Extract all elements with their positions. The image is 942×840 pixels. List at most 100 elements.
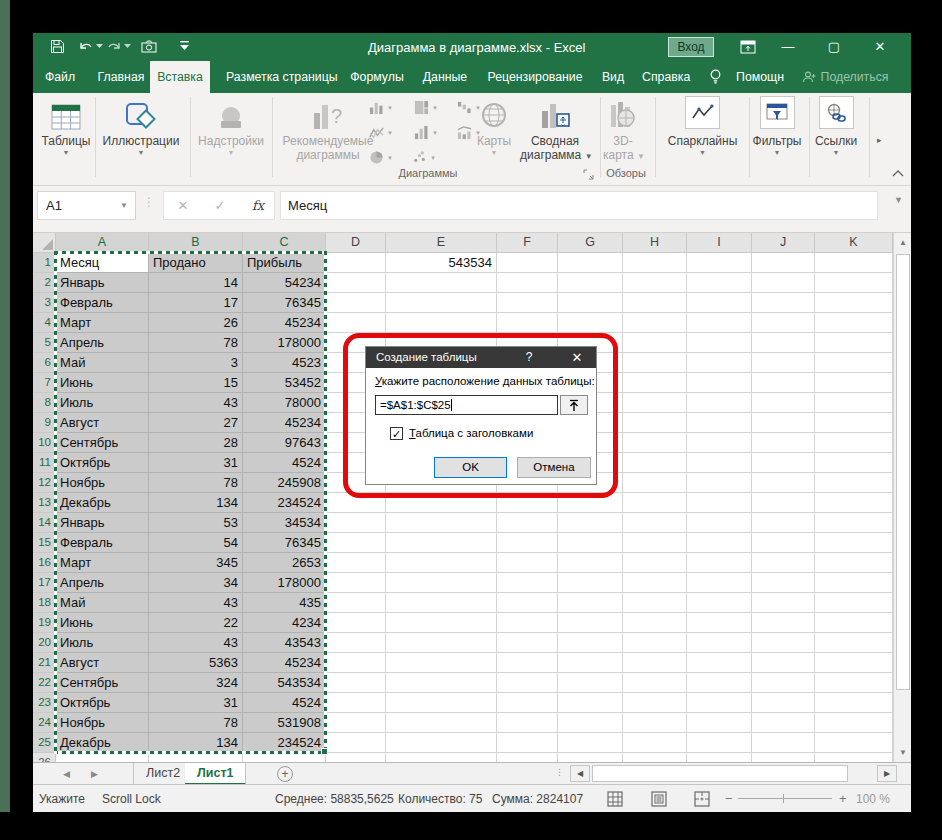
cell-A9[interactable]: Август — [56, 413, 149, 433]
cell-J15[interactable] — [752, 533, 815, 553]
cell-H14[interactable] — [623, 513, 687, 533]
cell-H16[interactable] — [623, 553, 687, 573]
cell-B11[interactable]: 31 — [149, 453, 243, 473]
cell-I2[interactable] — [687, 273, 752, 293]
cell-F1[interactable] — [497, 253, 558, 273]
row-header-22[interactable]: 22 — [33, 673, 56, 693]
insert-function-icon[interactable]: fx — [246, 192, 270, 219]
cell-E15[interactable] — [386, 533, 497, 553]
cell-E24[interactable] — [386, 713, 497, 733]
cell-H15[interactable] — [623, 533, 687, 553]
row-header-4[interactable]: 4 — [33, 313, 56, 333]
cell-J17[interactable] — [752, 573, 815, 593]
cell-G22[interactable] — [558, 673, 623, 693]
cell-H20[interactable] — [623, 633, 687, 653]
cell-E18[interactable] — [386, 593, 497, 613]
column-header-G[interactable]: G — [558, 233, 623, 253]
row-header-21[interactable]: 21 — [33, 653, 56, 673]
cell-J1[interactable] — [752, 253, 815, 273]
hscroll-left-button[interactable]: ◀ — [570, 765, 590, 782]
cell-E17[interactable] — [386, 573, 497, 593]
cell-J20[interactable] — [752, 633, 815, 653]
row-header-19[interactable]: 19 — [33, 613, 56, 633]
cell-I17[interactable] — [687, 573, 752, 593]
row-header-18[interactable]: 18 — [33, 593, 56, 613]
cell-H22[interactable] — [623, 673, 687, 693]
row-header-9[interactable]: 9 — [33, 413, 56, 433]
cell-J25[interactable] — [752, 733, 815, 753]
cell-F17[interactable] — [497, 573, 558, 593]
cell-J9[interactable] — [752, 413, 815, 433]
row-header-14[interactable]: 14 — [33, 513, 56, 533]
cell-F20[interactable] — [497, 633, 558, 653]
cell-D3[interactable] — [326, 293, 386, 313]
cell-K18[interactable] — [815, 593, 893, 613]
cell-F22[interactable] — [497, 673, 558, 693]
cell-E22[interactable] — [386, 673, 497, 693]
cell-D18[interactable] — [326, 593, 386, 613]
cell-G3[interactable] — [558, 293, 623, 313]
cell-A20[interactable]: Июль — [56, 633, 149, 653]
row-header-20[interactable]: 20 — [33, 633, 56, 653]
column-header-D[interactable]: D — [326, 233, 386, 253]
row-header-26[interactable]: 26 — [33, 753, 56, 762]
cell-K11[interactable] — [815, 453, 893, 473]
sheet-nav-right-icon[interactable]: ▶ — [91, 763, 98, 785]
cell-K26[interactable] — [815, 753, 893, 762]
cell-G20[interactable] — [558, 633, 623, 653]
formula-bar-splitter[interactable]: ⋮ — [143, 195, 155, 209]
tab-home[interactable]: Главная — [96, 61, 146, 93]
cell-E20[interactable] — [386, 633, 497, 653]
cell-H13[interactable] — [623, 493, 687, 513]
cell-F21[interactable] — [497, 653, 558, 673]
insert-hierarchy-chart-button[interactable]: ▼ — [414, 100, 438, 115]
cell-A16[interactable]: Март — [56, 553, 149, 573]
row-header-8[interactable]: 8 — [33, 393, 56, 413]
cell-G1[interactable] — [558, 253, 623, 273]
cell-H4[interactable] — [623, 313, 687, 333]
charts-dialog-launcher[interactable] — [583, 169, 595, 181]
cell-K15[interactable] — [815, 533, 893, 553]
row-header-12[interactable]: 12 — [33, 473, 56, 493]
illustrations-button[interactable]: Иллюстрации ▼ — [98, 96, 184, 157]
cell-H5[interactable] — [623, 333, 687, 353]
formula-bar-expand-icon[interactable]: ▼ — [894, 195, 903, 205]
cell-B21[interactable]: 5363 — [149, 653, 243, 673]
tab-assistant[interactable]: Помощн — [734, 61, 786, 93]
column-header-C[interactable]: C — [243, 233, 326, 253]
cell-I3[interactable] — [687, 293, 752, 313]
cell-K22[interactable] — [815, 673, 893, 693]
column-header-E[interactable]: E — [386, 233, 497, 253]
cell-H17[interactable] — [623, 573, 687, 593]
cell-D1[interactable] — [326, 253, 386, 273]
cell-A6[interactable]: Май — [56, 353, 149, 373]
cell-J21[interactable] — [752, 653, 815, 673]
horizontal-scroll-thumb[interactable] — [592, 765, 848, 782]
zoom-in-icon[interactable]: + — [839, 791, 847, 806]
cell-A12[interactable]: Ноябрь — [56, 473, 149, 493]
cell-A10[interactable]: Сентябрь — [56, 433, 149, 453]
cell-D4[interactable] — [326, 313, 386, 333]
cell-I5[interactable] — [687, 333, 752, 353]
cell-C1[interactable]: Прибыль — [243, 253, 326, 273]
cell-J19[interactable] — [752, 613, 815, 633]
cell-E2[interactable] — [386, 273, 497, 293]
cell-E3[interactable] — [386, 293, 497, 313]
cell-H9[interactable] — [623, 413, 687, 433]
cell-C9[interactable]: 45234 — [243, 413, 326, 433]
cell-J24[interactable] — [752, 713, 815, 733]
cell-A13[interactable]: Декабрь — [56, 493, 149, 513]
tab-review[interactable]: Рецензирование — [486, 61, 584, 93]
map3d-button[interactable]: 3D-карта ▼ — [603, 96, 643, 164]
row-header-3[interactable]: 3 — [33, 293, 56, 313]
column-header-H[interactable]: H — [623, 233, 687, 253]
cell-K5[interactable] — [815, 333, 893, 353]
vertical-scrollbar[interactable]: ▲ ▼ — [893, 233, 911, 762]
tabbar-splitter[interactable]: ⋮ — [555, 767, 564, 777]
cell-I19[interactable] — [687, 613, 752, 633]
cell-G23[interactable] — [558, 693, 623, 713]
cell-K17[interactable] — [815, 573, 893, 593]
cell-B24[interactable]: 78 — [149, 713, 243, 733]
cell-D19[interactable] — [326, 613, 386, 633]
cell-K13[interactable] — [815, 493, 893, 513]
